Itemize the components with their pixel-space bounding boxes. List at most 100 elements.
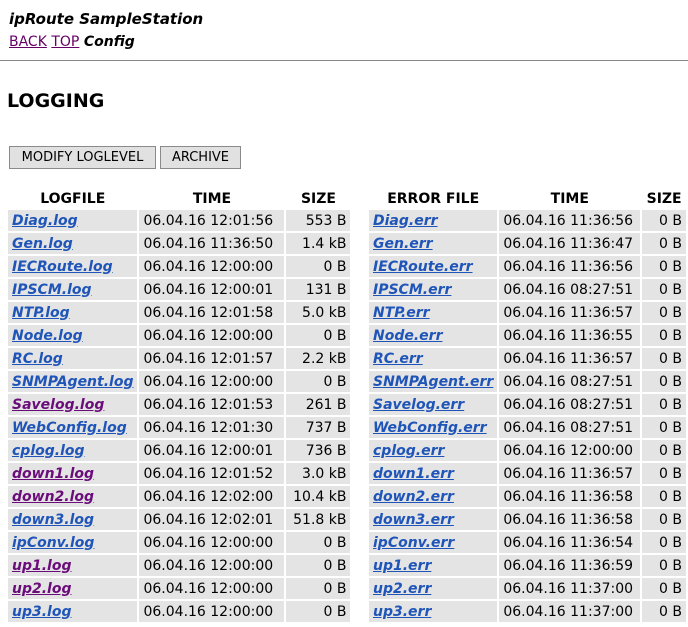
logfile-row: up3.log 06.04.16 12:00:00 0 B <box>8 601 351 622</box>
errorfile-size-cell: 0 B <box>642 325 686 346</box>
logfile-size-cell: 1.4 kB <box>286 233 351 254</box>
errorfile-size-cell: 0 B <box>642 394 686 415</box>
logfile-time-cell: 06.04.16 12:00:00 <box>139 578 285 599</box>
logfile-link[interactable]: cplog.log <box>12 443 85 459</box>
errorfile-time-cell: 06.04.16 11:36:58 <box>499 486 641 507</box>
errorfile-name-cell: down2.err <box>369 486 498 507</box>
logfile-time-cell: 06.04.16 12:00:00 <box>139 325 285 346</box>
logfile-link[interactable]: Gen.log <box>12 236 73 252</box>
logfile-name-cell: Savelog.log <box>8 394 138 415</box>
logfile-name-cell: SNMPAgent.log <box>8 371 138 392</box>
errorfile-link[interactable]: SNMPAgent.err <box>373 374 493 390</box>
logfile-time-cell: 06.04.16 11:36:50 <box>139 233 285 254</box>
logfile-row: NTP.log 06.04.16 12:01:58 5.0 kB <box>8 302 351 323</box>
breadcrumb: BACK TOP Config <box>9 34 135 50</box>
archive-button[interactable]: ARCHIVE <box>160 146 241 169</box>
errorfile-time-cell: 06.04.16 08:27:51 <box>499 371 641 392</box>
errorfile-link[interactable]: WebConfig.err <box>373 420 487 436</box>
logfile-name-cell: down2.log <box>8 486 138 507</box>
errorfile-link[interactable]: cplog.err <box>373 443 444 459</box>
logfile-time-cell: 06.04.16 12:01:56 <box>139 210 285 231</box>
logfile-row: down3.log 06.04.16 12:02:01 51.8 kB <box>8 509 351 530</box>
errorfile-link[interactable]: Node.err <box>373 328 442 344</box>
logfile-link[interactable]: WebConfig.log <box>12 420 127 436</box>
errorfile-size-cell: 0 B <box>642 417 686 438</box>
logfile-row: IPSCM.log 06.04.16 12:00:01 131 B <box>8 279 351 300</box>
errorfile-link[interactable]: down2.err <box>373 489 454 505</box>
logfile-time-cell: 06.04.16 12:00:00 <box>139 256 285 277</box>
errorfile-size-cell: 0 B <box>642 348 686 369</box>
logfile-name-cell: up3.log <box>8 601 138 622</box>
logfile-row: down2.log 06.04.16 12:02:00 10.4 kB <box>8 486 351 507</box>
top-link[interactable]: TOP <box>51 34 79 50</box>
errorfile-row: IPSCM.err 06.04.16 08:27:51 0 B <box>369 279 686 300</box>
logfile-size-cell: 3.0 kB <box>286 463 351 484</box>
column-header-size: SIZE <box>300 191 336 207</box>
logfile-size-cell: 0 B <box>286 555 351 576</box>
errorfile-size-cell: 0 B <box>642 555 686 576</box>
logfile-link[interactable]: down2.log <box>12 489 94 505</box>
errorfile-link[interactable]: NTP.err <box>373 305 430 321</box>
errorfile-link[interactable]: Savelog.err <box>373 397 464 413</box>
modify-loglevel-button[interactable]: MODIFY LOGLEVEL <box>9 146 156 169</box>
logfile-link[interactable]: down3.log <box>12 512 94 528</box>
errorfile-size-cell: 0 B <box>642 463 686 484</box>
errorfile-link[interactable]: Diag.err <box>373 213 438 229</box>
errorfile-time-cell: 06.04.16 11:36:54 <box>499 532 641 553</box>
column-header-size: SIZE <box>646 191 682 207</box>
logfile-size-cell: 737 B <box>286 417 351 438</box>
errorfile-link[interactable]: up2.err <box>373 581 431 597</box>
logfile-row: ipConv.log 06.04.16 12:00:00 0 B <box>8 532 351 553</box>
logfile-name-cell: down1.log <box>8 463 138 484</box>
logfile-row: up2.log 06.04.16 12:00:00 0 B <box>8 578 351 599</box>
errorfile-name-cell: down1.err <box>369 463 498 484</box>
logfile-link[interactable]: RC.log <box>12 351 63 367</box>
logfile-link[interactable]: IECRoute.log <box>12 259 113 275</box>
errorfile-link[interactable]: Gen.err <box>373 236 433 252</box>
errorfile-size-cell: 0 B <box>642 601 686 622</box>
logfile-size-cell: 0 B <box>286 532 351 553</box>
errorfile-size-cell: 0 B <box>642 233 686 254</box>
errorfile-size-cell: 0 B <box>642 210 686 231</box>
errorfile-row: RC.err 06.04.16 11:36:57 0 B <box>369 348 686 369</box>
logfile-link[interactable]: up1.log <box>12 558 72 574</box>
logfile-size-cell: 10.4 kB <box>286 486 351 507</box>
errorfile-link[interactable]: down3.err <box>373 512 454 528</box>
logfile-link[interactable]: Node.log <box>12 328 83 344</box>
errorfile-time-cell: 06.04.16 11:36:55 <box>499 325 641 346</box>
errorfile-size-cell: 0 B <box>642 256 686 277</box>
errorfile-row: Diag.err 06.04.16 11:36:56 0 B <box>369 210 686 231</box>
logfile-link[interactable]: NTP.log <box>12 305 70 321</box>
column-header-error-file: ERROR FILE <box>387 191 480 207</box>
errorfile-row: cplog.err 06.04.16 12:00:00 0 B <box>369 440 686 461</box>
errorfile-size-cell: 0 B <box>642 532 686 553</box>
logfile-time-cell: 06.04.16 12:00:00 <box>139 371 285 392</box>
logfile-link[interactable]: down1.log <box>12 466 94 482</box>
errorfile-size-cell: 0 B <box>642 509 686 530</box>
logfile-link[interactable]: up2.log <box>12 581 72 597</box>
logfile-name-cell: IPSCM.log <box>8 279 138 300</box>
logfile-link[interactable]: up3.log <box>12 604 72 620</box>
current-page-label: Config <box>83 34 135 50</box>
logfile-time-cell: 06.04.16 12:00:00 <box>139 555 285 576</box>
logfile-name-cell: cplog.log <box>8 440 138 461</box>
errorfile-link[interactable]: IECRoute.err <box>373 259 473 275</box>
errorfile-link[interactable]: down1.err <box>373 466 454 482</box>
errorfile-link[interactable]: IPSCM.err <box>373 282 451 298</box>
logfile-link[interactable]: ipConv.log <box>12 535 94 551</box>
errorfile-link[interactable]: up1.err <box>373 558 431 574</box>
logfile-name-cell: WebConfig.log <box>8 417 138 438</box>
logfile-link[interactable]: Diag.log <box>12 213 78 229</box>
errorfile-link[interactable]: RC.err <box>373 351 423 367</box>
errorfile-link[interactable]: ipConv.err <box>373 535 454 551</box>
logfile-size-cell: 131 B <box>286 279 351 300</box>
logfile-link[interactable]: Savelog.log <box>12 397 104 413</box>
logfile-row: WebConfig.log 06.04.16 12:01:30 737 B <box>8 417 351 438</box>
logfile-link[interactable]: SNMPAgent.log <box>12 374 133 390</box>
back-link[interactable]: BACK <box>9 34 47 50</box>
column-header-time: TIME <box>192 191 232 207</box>
logfile-link[interactable]: IPSCM.log <box>12 282 92 298</box>
page-title: LOGGING <box>7 90 105 112</box>
errorfile-row: Gen.err 06.04.16 11:36:47 0 B <box>369 233 686 254</box>
errorfile-link[interactable]: up3.err <box>373 604 431 620</box>
